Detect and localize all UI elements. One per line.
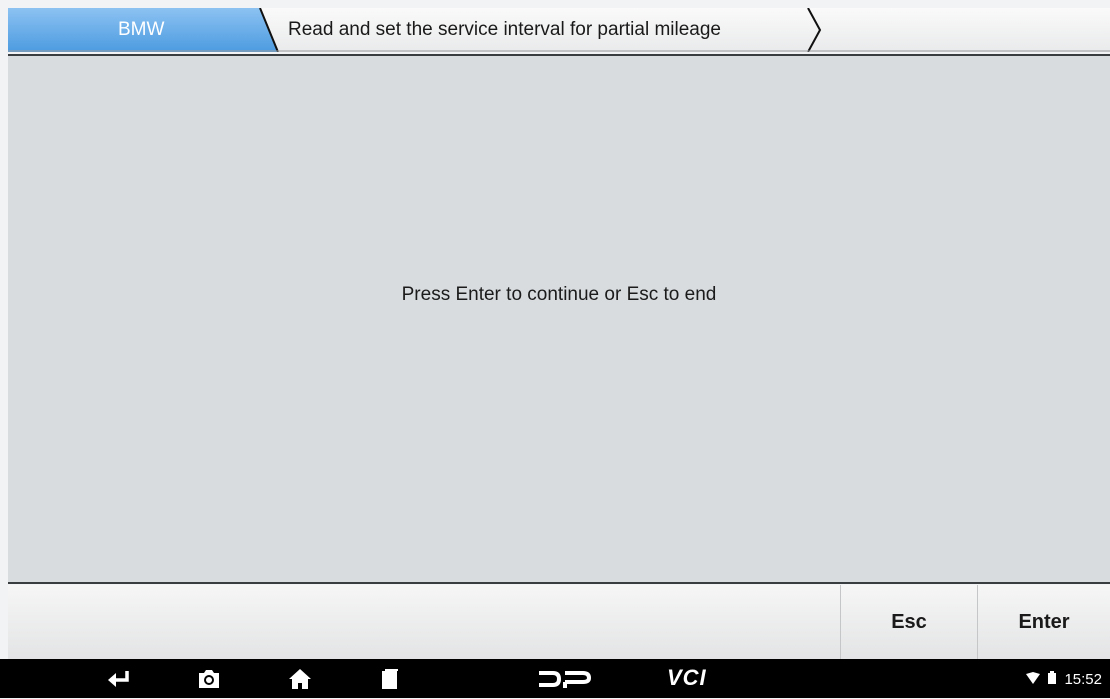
dp-icon[interactable]	[537, 666, 591, 692]
diagnostic-screen: BMW Read and set the service interval fo…	[0, 0, 1110, 698]
vci-icon[interactable]: VCI	[667, 664, 707, 692]
breadcrumb-function[interactable]: Read and set the service interval for pa…	[288, 8, 721, 52]
wifi-icon	[1026, 660, 1041, 699]
esc-button[interactable]: Esc	[840, 585, 977, 659]
home-icon[interactable]	[287, 666, 313, 692]
enter-button[interactable]: Enter	[977, 585, 1110, 659]
recent-apps-icon[interactable]	[376, 666, 402, 692]
message-panel: Press Enter to continue or Esc to end	[8, 54, 1110, 584]
breadcrumb: BMW Read and set the service interval fo…	[8, 8, 1110, 52]
battery-icon	[1048, 660, 1057, 699]
instruction-message: Press Enter to continue or Esc to end	[401, 284, 717, 305]
navigation-bar: VCI 15:52	[0, 659, 1110, 698]
camera-icon[interactable]	[196, 666, 222, 692]
back-icon[interactable]	[105, 666, 131, 692]
status-area: 15:52	[1026, 659, 1102, 698]
action-bar: Esc Enter	[8, 585, 1110, 659]
clock: 15:52	[1064, 670, 1102, 688]
breadcrumb-make[interactable]: BMW	[118, 8, 164, 52]
